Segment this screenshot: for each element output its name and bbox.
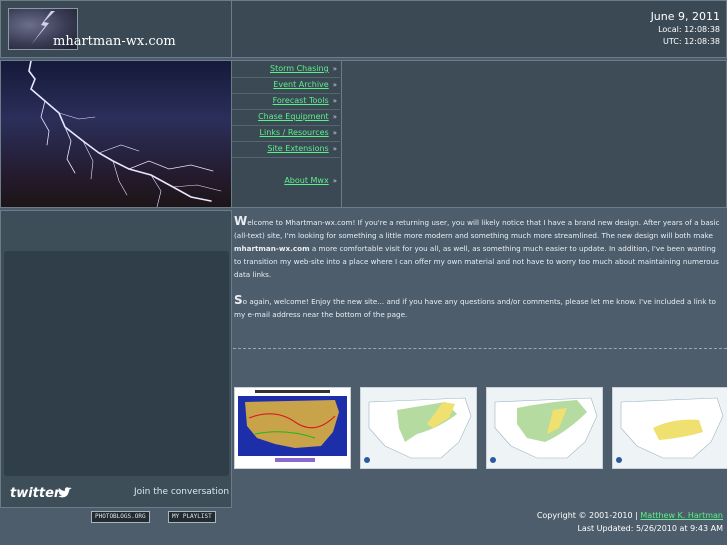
- nav-side-panel: [342, 60, 727, 208]
- nav-link[interactable]: Storm Chasing: [270, 64, 329, 73]
- chevron-right-icon: »: [332, 145, 337, 153]
- chevron-right-icon: »: [332, 113, 337, 121]
- nav-link[interactable]: Forecast Tools: [273, 96, 329, 105]
- drop-cap: W: [234, 214, 248, 228]
- nav-link[interactable]: About Mwx: [284, 176, 328, 185]
- second-paragraph: So again, welcome! Enjoy the new site...…: [234, 294, 724, 321]
- author-email-link[interactable]: Matthew K. Hartman: [640, 511, 723, 520]
- chevron-right-icon: »: [332, 97, 337, 105]
- last-updated: Last Updated: 5/26/2010 at 9:43 AM: [577, 524, 723, 533]
- join-conversation-link[interactable]: Join the conversation: [134, 487, 229, 497]
- chevron-right-icon: »: [332, 129, 337, 137]
- site-name[interactable]: mhartman-wx.com: [53, 34, 176, 49]
- copyright-text: Copyright © 2001-2010 |: [536, 511, 641, 520]
- nav-item-storm-chasing[interactable]: Storm Chasing»: [232, 61, 340, 78]
- twitter-widget: twitter Join the conversation: [0, 210, 232, 508]
- nav-item-forecast-tools[interactable]: Forecast Tools»: [232, 93, 340, 110]
- surface-analysis-map-icon: [235, 388, 350, 468]
- chevron-right-icon: »: [332, 81, 337, 89]
- nav-item-links-resources[interactable]: Links / Resources»: [232, 125, 340, 142]
- us-outlook-map-icon: [613, 388, 727, 468]
- lightning-bolt-icon: [28, 61, 222, 207]
- nav-link[interactable]: Event Archive: [273, 80, 328, 89]
- nav-link[interactable]: Site Extensions: [267, 144, 328, 153]
- outlook-map-thumbnail-3[interactable]: [612, 387, 727, 469]
- outlook-map-thumbnail-1[interactable]: [360, 387, 477, 469]
- my-playlist-badge[interactable]: MY PLAYLIST: [168, 511, 216, 523]
- site-name-bold: mhartman-wx.com: [234, 244, 310, 253]
- nav-item-chase-equipment[interactable]: Chase Equipment»: [232, 109, 340, 126]
- chevron-right-icon: »: [332, 177, 337, 185]
- header-info-bar: June 9, 2011 Local: 12:08:38 UTC: 12:08:…: [232, 0, 727, 58]
- welcome-paragraph: Welcome to Mhartman-wx.com! If you're a …: [234, 215, 724, 281]
- copyright: Copyright © 2001-2010 | Matthew K. Hartm…: [537, 511, 723, 520]
- us-outlook-map-icon: [361, 388, 476, 468]
- twitter-feed-area[interactable]: [4, 251, 229, 476]
- utc-time: UTC: 12:08:38: [662, 37, 720, 46]
- nav-link[interactable]: Links / Resources: [260, 128, 329, 137]
- site-header-logo-box: mhartman-wx.com: [0, 0, 232, 58]
- surface-map-thumbnail[interactable]: [234, 387, 351, 469]
- second-text: o again, welcome! Enjoy the new site... …: [234, 297, 716, 319]
- drop-cap: S: [234, 293, 243, 307]
- divider: [233, 348, 727, 349]
- current-date: June 9, 2011: [650, 10, 720, 23]
- welcome-text-1: elcome to Mhartman-wx.com! If you're a r…: [234, 218, 720, 240]
- outlook-map-thumbnail-2[interactable]: [486, 387, 603, 469]
- nav-item-site-extensions[interactable]: Site Extensions »: [232, 141, 340, 158]
- local-time: Local: 12:08:38: [658, 25, 720, 34]
- chevron-right-icon: »: [332, 65, 337, 73]
- nav-item-event-archive[interactable]: Event Archive »: [232, 77, 340, 94]
- photoblogs-badge[interactable]: PHOTOBLOGS.ORG: [91, 511, 150, 523]
- twitter-bird-icon[interactable]: [58, 487, 72, 499]
- twitter-logo[interactable]: twitter: [10, 486, 60, 501]
- us-outlook-map-icon: [487, 388, 602, 468]
- nav-item-about[interactable]: About Mwx »: [232, 173, 340, 189]
- lightning-hero-image: [0, 60, 232, 208]
- nav-link[interactable]: Chase Equipment: [258, 112, 329, 121]
- main-nav: Storm Chasing» Event Archive» Forecast T…: [232, 60, 342, 208]
